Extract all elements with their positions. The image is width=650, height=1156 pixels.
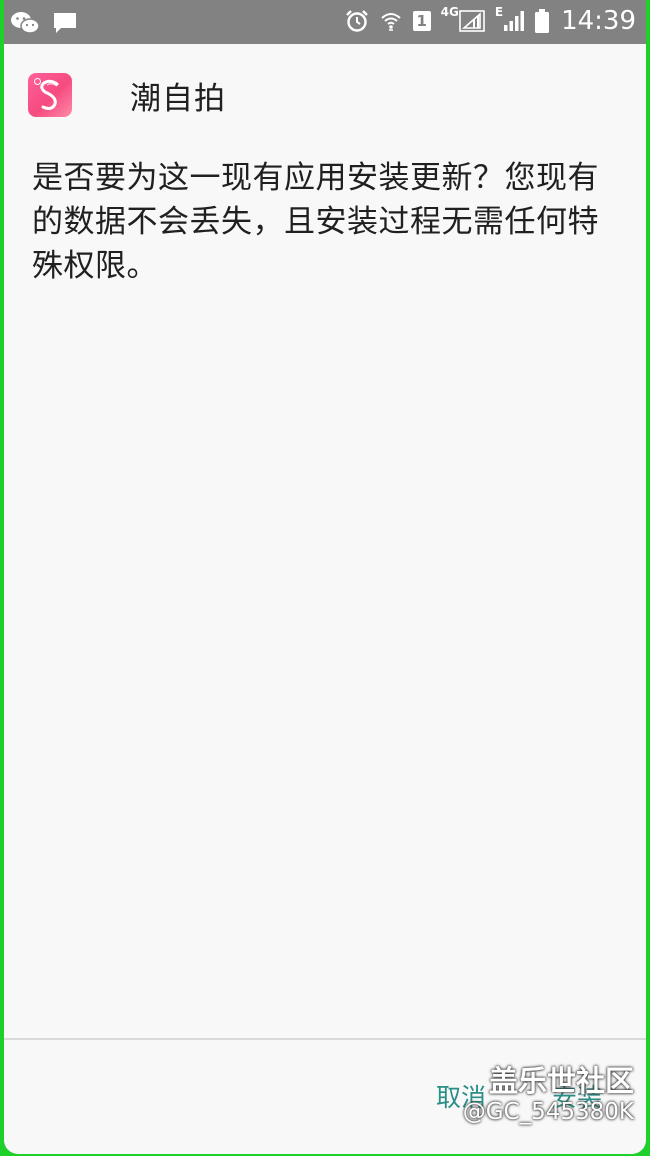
wechat-icon (10, 8, 40, 38)
screen: 1 4G E 14:39 潮自拍 是否要为这一现有应用安装更新？您现有的数据不会… (4, 0, 646, 1154)
sim-slot-label: 1 (412, 11, 431, 31)
app-header: 潮自拍 (28, 72, 226, 118)
watermark-handle: @GC_545380K (462, 1099, 634, 1125)
sim-icon: 1 (412, 6, 431, 36)
status-time: 14:39 (561, 6, 636, 36)
signal-icon (459, 10, 485, 32)
alarm-icon (345, 6, 369, 36)
mobile-data-4g: 4G (441, 6, 485, 36)
status-bar: 1 4G E 14:39 (4, 0, 646, 44)
network-4g-label: 4G (440, 5, 459, 19)
button-divider (4, 1038, 646, 1040)
wifi-icon (379, 6, 403, 36)
app-name: 潮自拍 (130, 80, 226, 117)
cancel-button[interactable]: 取消 (436, 1078, 486, 1114)
install-update-message: 是否要为这一现有应用安装更新？您现有的数据不会丢失，且安装过程无需任何特殊权限。 (32, 160, 599, 284)
battery-icon (535, 6, 550, 36)
network-e-label: E (494, 5, 504, 19)
watermark-title: 盖乐世社区 (488, 1064, 634, 1098)
install-button[interactable]: 安装 (552, 1078, 602, 1114)
chat-bubble-icon (52, 8, 78, 38)
watermark: 盖乐世社区 @GC_545380K (463, 1064, 634, 1126)
app-icon (28, 73, 72, 117)
signal-icon (504, 11, 525, 31)
app-icon-dot (34, 78, 41, 85)
mobile-data-e: E (495, 6, 525, 36)
